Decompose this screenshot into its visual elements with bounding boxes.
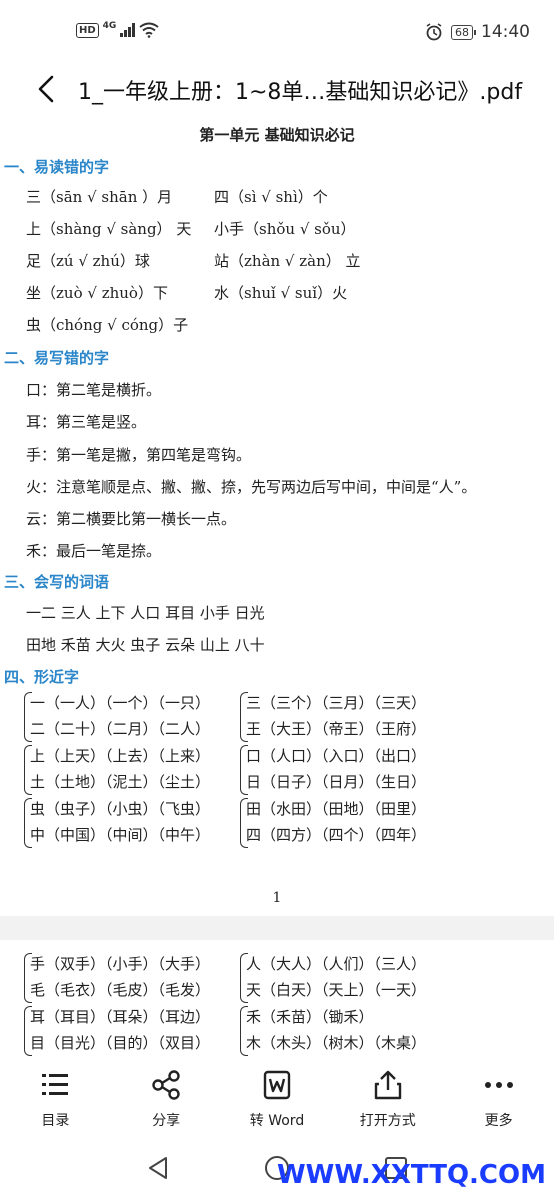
open-with-button[interactable]: 打开方式 (332, 1060, 443, 1146)
similar-char-row: 王（大王）（帝王）（王府） (246, 720, 427, 738)
similar-char-row: 天（白天）（天上）（一天） (246, 981, 427, 999)
similar-char-row: 耳（耳目）（耳朵）（耳边） (30, 1008, 211, 1026)
similar-char-group: 一（一人）（一个）（一只） 二（二十）（二月）（二人） (24, 692, 244, 742)
stroke-note: 云：第二横要比第一横长一点。 (26, 510, 237, 528)
more-label: 更多 (484, 1113, 513, 1129)
similar-char-row: 日（日子）（日月）（生日） (246, 773, 427, 791)
more-button[interactable]: 更多 (443, 1060, 554, 1146)
similar-char-row: 三（三个）（三月）（三天） (246, 694, 427, 712)
toc-label: 目录 (41, 1113, 70, 1129)
pinyin-item: 三（sān √ shān ）月 (26, 188, 173, 206)
word-list: 田地 禾苗 大火 虫子 云朵 山上 八十 (26, 636, 265, 654)
similar-char-row: 田（水田）（田地）（田里） (246, 800, 427, 818)
section-heading: 二、易写错的字 (4, 349, 110, 367)
bottom-toolbar: 目录 分享 转 Word 打开方式 更多 (0, 1060, 554, 1146)
share-button[interactable]: 分享 (111, 1060, 222, 1146)
similar-char-group: 口（人口）（入口）（出口） 日（日子）（日月）（生日） (240, 745, 460, 795)
similar-char-row: 二（二十）（二月）（二人） (30, 720, 211, 738)
similar-char-group: 人（大人）（人们）（三人） 天（白天）（天上）（一天） (240, 953, 460, 1003)
section-heading: 三、会写的词语 (4, 573, 110, 591)
similar-char-row: 手（双手）（小手）（大手） (30, 955, 211, 973)
open-with-label: 打开方式 (359, 1113, 416, 1129)
similar-char-row: 土（土地）（泥土）（尘土） (30, 773, 211, 791)
similar-char-group: 耳（耳目）（耳朵）（耳边） 目（目光）（目的）（双目） (24, 1006, 244, 1056)
section-heading: 四、形近字 (4, 668, 80, 686)
similar-char-group: 田（水田）（田地）（田里） 四（四方）（四个）（四年） (240, 798, 460, 848)
page-number: 1 (272, 890, 282, 906)
similar-char-row: 中（中国）（中间）（中午） (30, 826, 211, 844)
document-heading: 第一单元 基础知识必记 (199, 126, 355, 144)
similar-char-row: 一（一人）（一个）（一只） (30, 694, 211, 712)
stroke-note: 耳：第三笔是竖。 (26, 413, 147, 431)
share-label: 分享 (152, 1113, 181, 1129)
pinyin-item: 足（zú √ zhú）球 (26, 252, 150, 270)
similar-char-row: 毛（毛衣）（毛皮）（毛发） (30, 981, 211, 999)
toc-button[interactable]: 目录 (0, 1060, 111, 1146)
similar-char-row: 目（目光）（目的）（双目） (30, 1034, 211, 1052)
pinyin-item: 坐（zuò √ zhuò）下 (26, 284, 168, 302)
word-doc-icon (263, 1070, 291, 1100)
share-icon (152, 1070, 180, 1100)
upload-icon (374, 1070, 401, 1100)
word-list: 一二 三人 上下 人口 耳目 小手 日光 (26, 604, 265, 622)
pinyin-item: 小手（shǒu √ sǒu） (214, 220, 356, 238)
convert-word-label: 转 Word (249, 1113, 305, 1129)
stroke-note: 手：第一笔是撇，第四笔是弯钩。 (26, 446, 252, 464)
watermark: WWW.XXTTQ.COM (277, 1160, 546, 1190)
stroke-note: 口：第二笔是横折。 (26, 381, 162, 399)
more-dots-icon (484, 1082, 513, 1088)
convert-word-button[interactable]: 转 Word (222, 1060, 333, 1146)
stroke-note: 火：注意笔顺是点、撇、撇、捺，先写两边后写中间，中间是“人”。 (26, 478, 477, 496)
list-icon (42, 1074, 69, 1095)
similar-char-group: 禾（禾苗）（锄禾） 木（木头）（树木）（木桌） (240, 1006, 460, 1056)
pinyin-item: 水（shuǐ √ suǐ）火 (214, 284, 348, 302)
similar-char-row: 上（上天）（上去）（上来） (30, 747, 211, 765)
pinyin-item: 虫（chóng √ cóng）子 (26, 316, 189, 334)
pinyin-item: 上（shàng √ sàng） 天 (26, 220, 192, 238)
similar-char-group: 手（双手）（小手）（大手） 毛（毛衣）（毛皮）（毛发） (24, 953, 244, 1003)
similar-char-row: 禾（禾苗）（锄禾） (246, 1008, 374, 1026)
similar-char-row: 口（人口）（入口）（出口） (246, 747, 427, 765)
page-separator (0, 916, 554, 940)
pdf-page: 第一单元 基础知识必记 一、易读错的字 三（sān √ shān ）月 四（sì… (0, 0, 554, 1060)
similar-char-row: 木（木头）（树木）（木桌） (246, 1034, 427, 1052)
section-heading: 一、易读错的字 (4, 158, 110, 176)
similar-char-group: 三（三个）（三月）（三天） 王（大王）（帝王）（王府） (240, 692, 460, 742)
similar-char-group: 上（上天）（上去）（上来） 土（土地）（泥土）（尘土） (24, 745, 244, 795)
similar-char-group: 虫（虫子）（小虫）（飞虫） 中（中国）（中间）（中午） (24, 798, 244, 848)
similar-char-row: 人（大人）（人们）（三人） (246, 955, 427, 973)
pinyin-item: 四（sì √ shì）个 (214, 188, 328, 206)
stroke-note: 禾：最后一笔是捺。 (26, 542, 162, 560)
nav-back-icon[interactable] (144, 1154, 172, 1182)
similar-char-row: 四（四方）（四个）（四年） (246, 826, 427, 844)
pinyin-item: 站（zhàn √ zàn） 立 (214, 252, 361, 270)
similar-char-row: 虫（虫子）（小虫）（飞虫） (30, 800, 211, 818)
